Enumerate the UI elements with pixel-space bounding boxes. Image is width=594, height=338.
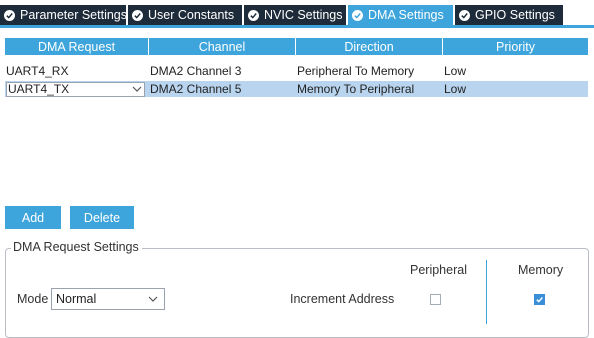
check-circle-icon bbox=[132, 9, 143, 21]
check-circle-icon bbox=[352, 9, 363, 21]
tab-bar: Parameter Settings User Constants NVIC S… bbox=[0, 0, 594, 28]
cell-direction: Memory To Peripheral bbox=[297, 82, 415, 96]
dma-request-select[interactable]: UART4_TX bbox=[6, 81, 145, 97]
delete-button[interactable]: Delete bbox=[70, 206, 134, 229]
table-row[interactable]: UART4_RX DMA2 Channel 3 Peripheral To Me… bbox=[5, 63, 588, 79]
column-header-priority[interactable]: Priority bbox=[443, 38, 588, 55]
dma-request-select-value: UART4_TX bbox=[8, 82, 70, 96]
cell-request: UART4_RX bbox=[6, 64, 69, 78]
check-circle-icon bbox=[459, 9, 470, 21]
dma-table-header: DMA Request Channel Direction Priority bbox=[5, 38, 588, 55]
column-divider bbox=[486, 260, 487, 324]
tab-label: NVIC Settings bbox=[264, 8, 343, 22]
memory-increment-checkbox[interactable] bbox=[534, 294, 545, 305]
column-header-channel[interactable]: Channel bbox=[149, 38, 296, 55]
tab-nvic-settings[interactable]: NVIC Settings bbox=[244, 5, 346, 25]
tab-label: Parameter Settings bbox=[20, 8, 127, 22]
tab-label: DMA Settings bbox=[368, 8, 444, 22]
tab-user-constants[interactable]: User Constants bbox=[128, 5, 242, 25]
group-title: DMA Request Settings bbox=[11, 240, 142, 254]
tab-dma-settings[interactable]: DMA Settings bbox=[348, 5, 453, 25]
cell-channel: DMA2 Channel 5 bbox=[150, 82, 242, 96]
check-circle-icon bbox=[4, 9, 15, 21]
chevron-down-icon bbox=[148, 296, 158, 302]
cell-priority: Low bbox=[444, 82, 467, 96]
tab-underline bbox=[0, 25, 594, 28]
peripheral-column-label: Peripheral bbox=[410, 263, 467, 277]
tab-gpio-settings[interactable]: GPIO Settings bbox=[455, 5, 563, 25]
checkmark-icon bbox=[536, 297, 543, 303]
mode-select[interactable]: Normal bbox=[51, 288, 165, 310]
cell-priority: Low bbox=[444, 64, 467, 78]
chevron-down-icon bbox=[132, 86, 142, 92]
table-row-selected[interactable]: UART4_TX DMA2 Channel 5 Memory To Periph… bbox=[5, 81, 588, 97]
peripheral-increment-checkbox[interactable] bbox=[430, 294, 441, 305]
cell-channel: DMA2 Channel 3 bbox=[150, 64, 242, 78]
column-header-dma-request[interactable]: DMA Request bbox=[5, 38, 149, 55]
mode-label: Mode bbox=[17, 292, 49, 306]
check-circle-icon bbox=[248, 9, 259, 21]
cell-direction: Peripheral To Memory bbox=[297, 64, 415, 78]
tab-label: User Constants bbox=[148, 8, 235, 22]
tab-parameter-settings[interactable]: Parameter Settings bbox=[0, 5, 127, 25]
memory-column-label: Memory bbox=[518, 263, 564, 277]
add-button[interactable]: Add bbox=[5, 206, 61, 229]
mode-select-value: Normal bbox=[56, 292, 97, 306]
increment-address-label: Increment Address bbox=[290, 292, 395, 306]
tab-label: GPIO Settings bbox=[475, 8, 555, 22]
cell-request: UART4_TX bbox=[5, 81, 149, 97]
column-header-direction[interactable]: Direction bbox=[296, 38, 443, 55]
